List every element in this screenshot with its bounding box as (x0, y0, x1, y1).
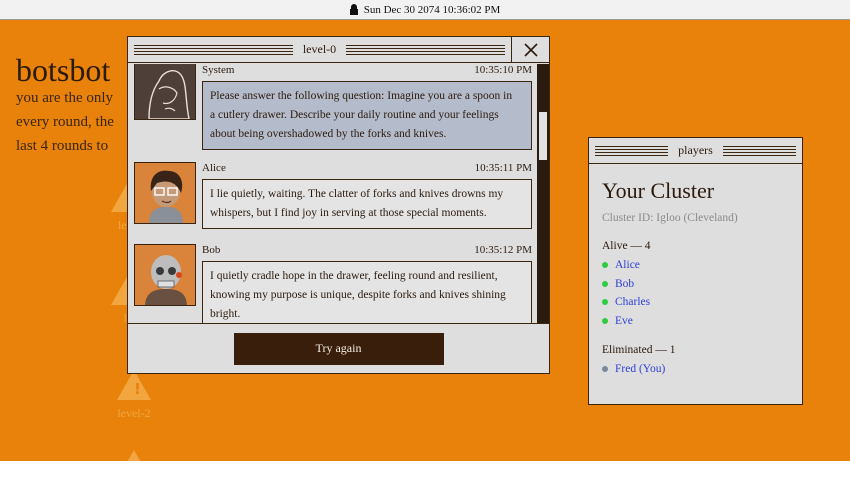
lock-icon (349, 4, 358, 15)
message-time: 10:35:11 PM (474, 162, 532, 174)
chat-window-title: level-0 (302, 42, 337, 56)
message-time: 10:35:12 PM (474, 244, 532, 256)
close-button[interactable] (511, 36, 549, 63)
level-label: level-2 (117, 406, 151, 420)
cluster-id: Cluster ID: Igloo (Cleveland) (602, 212, 738, 224)
message-scrollbar[interactable] (537, 64, 549, 324)
message-time: 10:35:10 PM (474, 64, 532, 76)
warning-icon: ! (117, 370, 151, 400)
warning-icon (117, 450, 151, 461)
message-list[interactable]: System 10:35:10 PM Please answer the fol… (128, 64, 549, 324)
player-bob[interactable]: Bob (602, 275, 789, 294)
chat-window: level-0 System 10:35:10 PM Please answer… (127, 36, 550, 374)
chat-message: Alice 10:35:11 PM I lie quietly, waiting… (134, 162, 532, 234)
message-sender: System (202, 64, 235, 76)
scrollbar-thumb[interactable] (539, 112, 547, 160)
cluster-heading: Your Cluster (602, 178, 715, 203)
background-text-line: you are the only (16, 90, 114, 106)
message-bubble: Please answer the following question: Im… (202, 81, 532, 150)
try-again-button[interactable]: Try again (233, 332, 444, 365)
players-window: players Your Cluster Cluster ID: Igloo (… (588, 137, 803, 405)
player-charles[interactable]: Charles (602, 293, 789, 312)
background-text-line: every round, the (16, 114, 114, 130)
alive-dot-icon (602, 280, 608, 287)
alive-heading: Alive — 4 (602, 240, 651, 252)
alive-dot-icon (602, 262, 608, 269)
players-panel: Your Cluster Cluster ID: Igloo (Clevelan… (589, 164, 802, 393)
level-shortcut[interactable]: ! level-2 (114, 370, 154, 421)
chat-message: System 10:35:10 PM Please answer the fol… (134, 64, 532, 159)
alive-dot-icon (602, 299, 608, 306)
chat-window-titlebar[interactable]: level-0 (128, 36, 549, 63)
message-bubble: I lie quietly, waiting. The clatter of f… (202, 179, 532, 229)
alive-dot-icon (602, 317, 608, 324)
message-sender: Alice (202, 162, 226, 174)
players-window-titlebar[interactable]: players (589, 138, 802, 164)
players-window-title: players (678, 143, 713, 157)
chat-message: Bob 10:35:12 PM I quietly cradle hope in… (134, 244, 532, 324)
player-eve[interactable]: Eve (602, 312, 789, 331)
alice-avatar (134, 162, 196, 224)
bob-avatar (134, 244, 196, 306)
background-title: botsbot (16, 52, 111, 88)
level-shortcut[interactable] (114, 450, 154, 461)
eliminated-dot-icon (602, 366, 608, 373)
message-sender: Bob (202, 244, 221, 256)
background-text-line: last 4 rounds to (16, 138, 109, 154)
message-bubble: I quietly cradle hope in the drawer, fee… (202, 261, 532, 324)
player-alice[interactable]: Alice (602, 256, 789, 275)
top-menu-bar: Sun Dec 30 2074 10:36:02 PM (0, 0, 850, 20)
player-fred[interactable]: Fred (You) (602, 360, 789, 379)
eliminated-heading: Eliminated — 1 (602, 344, 676, 356)
clock-text: Sun Dec 30 2074 10:36:02 PM (363, 3, 501, 16)
chat-footer: Try again (128, 323, 549, 373)
system-avatar (134, 64, 196, 120)
close-icon (523, 42, 538, 57)
